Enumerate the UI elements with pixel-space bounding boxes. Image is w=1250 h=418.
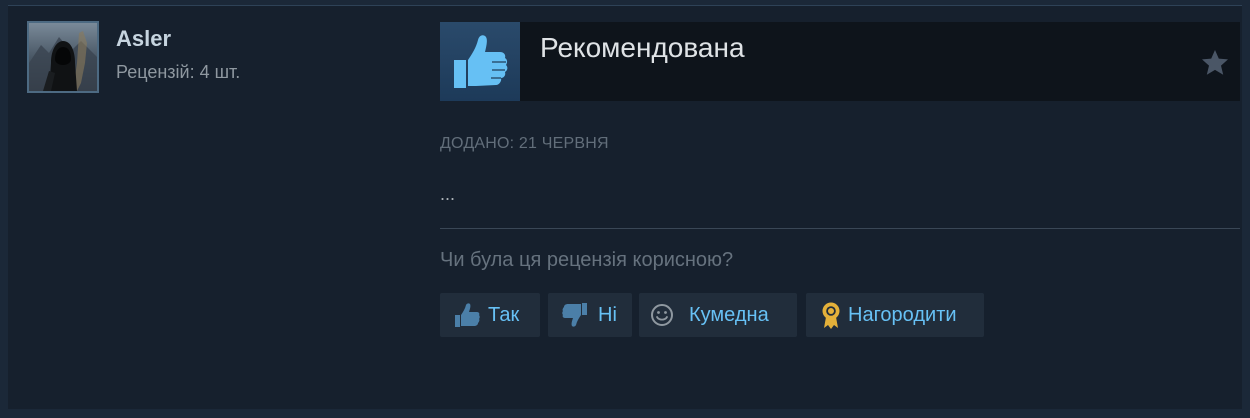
review-count[interactable]: Рецензій: 4 шт.	[116, 62, 240, 83]
vote-no-label: Ні	[598, 303, 617, 326]
verdict-title[interactable]: Рекомендована	[540, 32, 745, 64]
date-posted: ДОДАНО: 21 ЧЕРВНЯ	[440, 135, 609, 152]
thumbs-down-icon	[560, 300, 590, 330]
thumbs-up-icon	[452, 300, 482, 330]
vote-yes-label: Так	[488, 303, 520, 326]
avatar[interactable]	[27, 21, 99, 93]
vote-funny-button[interactable]: Кумедна	[639, 293, 797, 337]
award-label: Нагородити	[848, 303, 957, 326]
helpful-question: Чи була ця рецензія корисною?	[440, 249, 734, 271]
smiley-icon	[649, 302, 675, 328]
review-card: Asler Рецензій: 4 шт. Рекомендована ДОДА…	[8, 5, 1242, 409]
award-ribbon-icon	[818, 300, 844, 330]
vote-no-button[interactable]: Ні	[548, 293, 632, 337]
award-button[interactable]: Нагородити	[806, 293, 984, 337]
author-name[interactable]: Asler	[116, 26, 171, 52]
verdict-thumb	[440, 22, 520, 101]
review-body: ...	[440, 184, 456, 204]
thumbs-up-icon	[454, 35, 508, 88]
verdict-bar[interactable]: Рекомендована	[440, 22, 1240, 101]
star-icon[interactable]	[1200, 48, 1230, 78]
avatar-image	[29, 23, 97, 91]
divider	[440, 228, 1240, 229]
vote-yes-button[interactable]: Так	[440, 293, 540, 337]
vote-funny-label: Кумедна	[689, 303, 769, 326]
